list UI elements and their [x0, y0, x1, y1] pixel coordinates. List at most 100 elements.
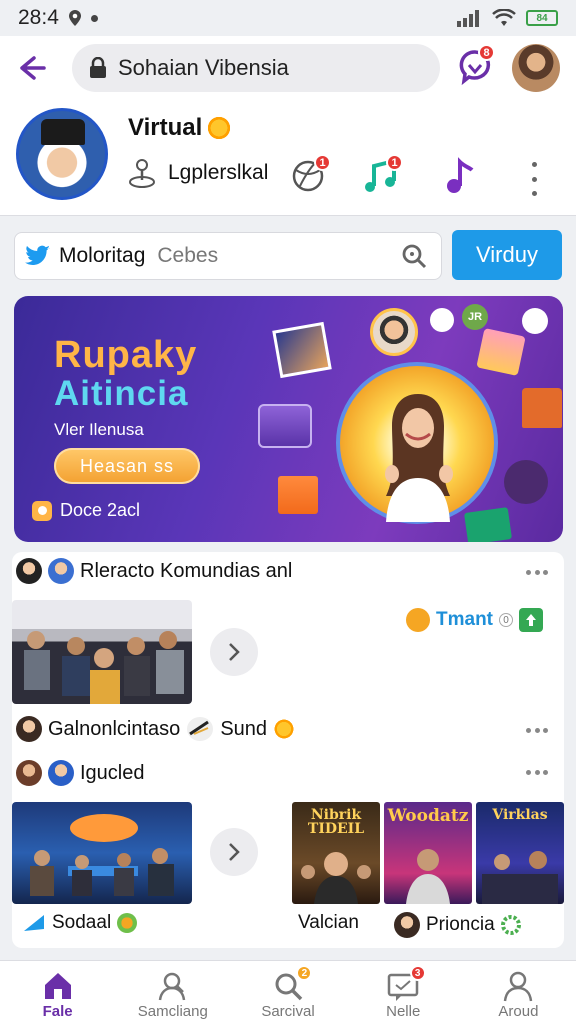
gift-box-orange-icon — [278, 476, 318, 514]
feed-section-title: Rleracto Komundias anl — [80, 559, 293, 582]
next-arrow-button[interactable] — [210, 628, 258, 676]
banner-footer: Doce 2acl — [32, 500, 140, 521]
nav-badge: 2 — [296, 965, 313, 981]
profile-action-icons: 1 1 — [290, 154, 540, 201]
feed-user-row: Galnonlcintaso Sund — [16, 716, 296, 742]
poster-card[interactable]: Nibrik TIDEIL — [292, 802, 380, 904]
note-sticker-icon — [504, 460, 548, 504]
sun-icon — [206, 115, 233, 141]
feed-footer-left-text: Sodaal — [52, 912, 112, 933]
feed-footer-left[interactable]: Sodaal — [22, 912, 138, 934]
profile-avatar[interactable] — [16, 108, 108, 200]
mini-avatar — [16, 558, 42, 584]
profile-search-icon — [158, 972, 186, 1001]
tmant-count: 0 — [499, 613, 513, 627]
nav-profile-search[interactable]: Samcliang — [115, 961, 230, 1024]
globe-button[interactable]: 1 — [290, 154, 331, 197]
banner-footer-text: Doce 2acl — [60, 500, 141, 520]
nav-messages[interactable]: 3 Nelle — [346, 961, 461, 1024]
nav-home[interactable]: Fale — [0, 961, 115, 1024]
featured-person-image — [385, 394, 453, 522]
mini-avatar — [394, 912, 420, 938]
more-options-icon[interactable] — [530, 162, 538, 196]
house-icon — [522, 388, 562, 428]
gear-badge-icon — [500, 915, 521, 935]
hat-graphic — [41, 119, 85, 145]
twitter-search-input[interactable]: Moloritag Cebes — [14, 232, 442, 280]
feed-footer-right-text: Prioncia — [426, 914, 495, 935]
verify-button[interactable]: Virduy — [452, 230, 562, 280]
feed-footer-right[interactable]: Prioncia — [394, 912, 521, 938]
user-avatar[interactable] — [512, 44, 560, 92]
poster-people-image — [482, 851, 558, 904]
promo-banner[interactable]: Rupaky Aitincia Vler Ilenusa Heasan ss D… — [14, 296, 563, 542]
card-sticker-icon — [463, 507, 513, 542]
nav-label: Sarcival — [261, 1003, 315, 1020]
lock-icon — [90, 57, 106, 78]
battery-icon: 84 — [526, 10, 558, 26]
location-icon — [68, 10, 81, 26]
top-search-bar[interactable]: Sohaian Vibensia — [72, 44, 440, 92]
game-night-image — [30, 814, 174, 896]
upvote-icon[interactable] — [519, 608, 543, 632]
poster-card[interactable]: Woodatz — [384, 802, 472, 904]
twitter-bird-icon — [25, 245, 50, 265]
music-sticker-icon — [430, 308, 454, 332]
mini-avatar — [48, 760, 74, 786]
wifi-icon — [492, 9, 516, 26]
group-photo-2[interactable] — [12, 802, 192, 904]
group-people-image — [24, 631, 184, 704]
home-icon — [44, 973, 71, 999]
sun-icon — [273, 718, 296, 740]
feed-footer-mid[interactable]: Valcian — [298, 912, 359, 934]
poster-people-image — [301, 852, 371, 904]
more-horizontal-icon[interactable] — [526, 570, 548, 575]
feed-user-name: Igucled — [80, 761, 145, 784]
poster-card[interactable]: Virklas — [476, 802, 564, 904]
feed-section-header: Rleracto Komundias anl — [16, 558, 292, 584]
next-arrow-button[interactable] — [210, 828, 258, 876]
label-sticker: JR — [462, 304, 488, 330]
music-note-icon — [447, 157, 474, 193]
screen-sticker-icon — [258, 404, 312, 448]
feed-user-name: Galnonlcintaso — [48, 717, 181, 740]
music-badge: 1 — [386, 154, 403, 171]
notification-dot-icon — [90, 14, 98, 22]
person-icon — [504, 971, 533, 1002]
messages-badge: 8 — [478, 44, 495, 61]
mini-avatar — [16, 760, 42, 786]
search-value: Moloritag — [59, 244, 146, 267]
nav-profile[interactable]: Aroud — [461, 961, 576, 1024]
music-button-purple[interactable] — [438, 156, 478, 201]
community-feed-card: Rleracto Komundias anl Tmant 0 Galnonlci… — [12, 552, 564, 948]
group-photo-1[interactable] — [12, 600, 192, 704]
status-time: 28:4 — [18, 6, 59, 29]
nav-search[interactable]: 2 Sarcival — [230, 961, 345, 1024]
top-search-text: Sohaian Vibensia — [118, 55, 289, 80]
music-button-teal[interactable]: 1 — [360, 154, 403, 201]
mini-avatar — [48, 558, 74, 584]
chevron-right-icon — [229, 843, 240, 861]
chevron-right-icon — [229, 643, 240, 661]
back-arrow-icon[interactable] — [14, 50, 50, 86]
nav-label: Aroud — [498, 1003, 539, 1020]
nav-label: Nelle — [386, 1003, 421, 1020]
coin-icon — [32, 500, 52, 521]
bottom-navigation: Fale Samcliang 2 Sarcival 3 Nelle Aroud — [0, 960, 576, 1024]
tmant-label: Tmant — [436, 609, 493, 630]
battery-label: 84 — [536, 12, 548, 24]
banner-cta-button[interactable]: Heasan ss — [54, 448, 200, 484]
more-horizontal-icon[interactable] — [526, 770, 548, 775]
profile-subtitle-row: Lgplerslkal — [128, 158, 268, 188]
mini-avatar — [16, 716, 42, 742]
flag-icon — [24, 915, 44, 931]
feed-user-row: Igucled — [16, 760, 145, 786]
search-placeholder: Cebes — [157, 244, 219, 267]
more-horizontal-icon[interactable] — [526, 728, 548, 733]
avatar-sticker — [370, 308, 418, 356]
search-icon[interactable] — [401, 243, 427, 269]
tmant-stat[interactable]: Tmant 0 — [406, 608, 543, 632]
banner-title-line2: Aitincia — [54, 374, 189, 413]
nav-badge: 3 — [409, 965, 426, 981]
messages-button[interactable]: 8 — [456, 44, 495, 86]
